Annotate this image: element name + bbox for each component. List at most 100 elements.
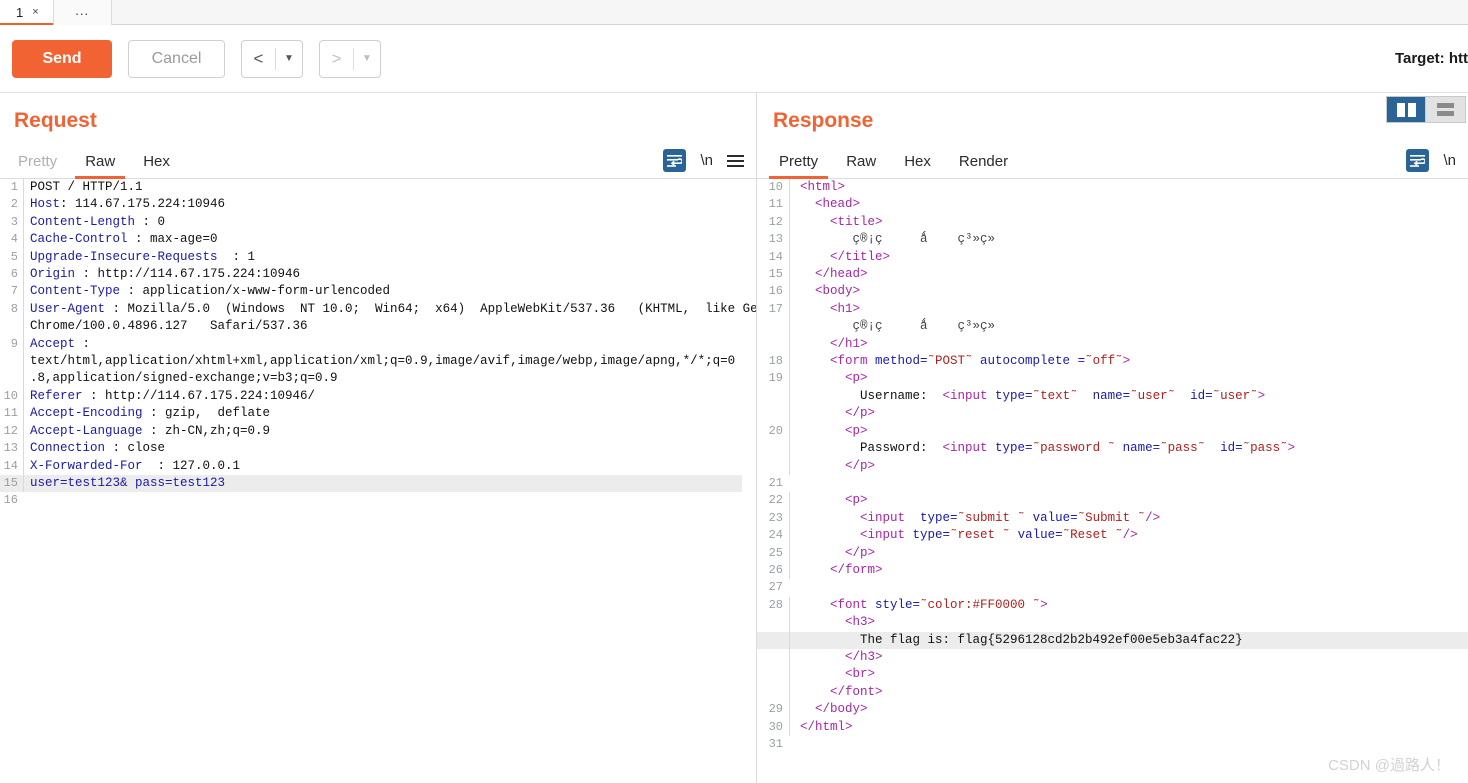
request-code[interactable]: 1 POST / HTTP/1.1 2 Host: 114.67.175.224:10… (0, 179, 756, 510)
split-vertical-icon (1396, 102, 1416, 117)
response-code[interactable]: 10 <html> 11 <head> 12 <title> 13 ç®¡ç ǻ ç³… (757, 179, 1468, 753)
code-line: </font> (757, 683, 1468, 702)
code-line: 13 Connection : close (0, 440, 756, 458)
split-horizontal-view-button[interactable] (1426, 97, 1465, 122)
code-line-text: </p> (789, 457, 1468, 475)
line-number: 15 (768, 267, 783, 282)
line-number: 8 (10, 301, 18, 316)
line-number: 16 (768, 284, 783, 299)
code-line: 29 </body> (757, 701, 1468, 719)
watermark: CSDN @過路人！ (1328, 757, 1450, 774)
code-line-text: <p> (789, 422, 1468, 441)
code-line: </p> (757, 457, 1468, 475)
code-line-text: Chrome/100.0.4896.127 Safari/537.36 (23, 318, 756, 336)
code-line-text: Username: <input type=˜text˜ name=˜user˜… (789, 387, 1468, 406)
line-number: 12 (3, 423, 18, 438)
code-line-text: <p> (789, 492, 1468, 510)
line-number: 9 (10, 336, 18, 351)
line-number: 30 (768, 719, 783, 734)
code-line-text: Accept : (23, 335, 756, 354)
code-line-text: Cache-Control : max-age=0 (23, 231, 756, 249)
code-line-text: </html> (789, 718, 1468, 736)
code-line-text: </body> (789, 701, 1468, 719)
code-line-text: </head> (789, 266, 1468, 284)
code-line-text: <h3> (789, 614, 1468, 632)
code-line-text: X-Forwarded-For : 127.0.0.1 (23, 457, 756, 475)
repeater-tab-1[interactable]: 1 × (0, 0, 54, 26)
response-tab-hex[interactable]: Hex (890, 153, 945, 178)
line-number: 13 (3, 441, 18, 456)
code-line-text: <html> (789, 179, 1468, 197)
chevron-down-icon[interactable]: ▼ (354, 41, 380, 77)
code-line-text: ç®¡ç ǻ ç³»ç» (789, 231, 1468, 249)
show-newlines-toggle[interactable]: \n (1443, 152, 1456, 169)
hamburger-menu-icon[interactable] (727, 154, 744, 167)
response-view-tabs: Pretty Raw Hex Render \n (757, 144, 1468, 179)
response-tab-pretty[interactable]: Pretty (765, 153, 832, 179)
request-tab-pretty[interactable]: Pretty (4, 153, 71, 178)
send-button[interactable]: Send (12, 39, 112, 78)
code-line-text: Connection : close (23, 440, 756, 458)
code-line: 10 Referer : http://114.67.175.224:10946/ (0, 387, 756, 406)
code-line: </h3> (757, 648, 1468, 667)
code-line: 31 (757, 736, 1468, 753)
code-line: Chrome/100.0.4896.127 Safari/537.36 (0, 318, 756, 336)
line-number: 2 (10, 197, 18, 212)
code-line: Password: <input type=˜password ˜ name=˜… (757, 440, 1468, 458)
layout-toggle-group (1386, 96, 1466, 123)
code-line: 21 (757, 475, 1468, 492)
line-number: 22 (768, 493, 783, 508)
line-number: 24 (768, 528, 783, 543)
next-request-button[interactable]: > ▼ (319, 39, 381, 78)
line-number: 15 (3, 475, 18, 490)
code-line: 15 </head> (757, 266, 1468, 284)
chevron-down-icon[interactable]: ▼ (276, 41, 302, 77)
code-line-text: Content-Type : application/x-www-form-ur… (23, 283, 756, 301)
line-number: 21 (768, 475, 783, 490)
code-line-text: User-Agent : Mozilla/5.0 (Windows NT 10.… (23, 300, 756, 319)
line-number: 4 (10, 232, 18, 247)
request-editor[interactable]: 1 POST / HTTP/1.1 2 Host: 114.67.175.224:10… (0, 179, 756, 783)
line-number: 19 (768, 371, 783, 386)
code-line-text: <form method=˜POST˜ autocomplete =˜off˜> (789, 353, 1468, 371)
line-number: 1 (10, 180, 18, 194)
code-line: 16 <body> (757, 283, 1468, 301)
code-line: 25 </p> (757, 544, 1468, 562)
code-line: .8,application/signed-exchange;v=b3;q=0.… (0, 370, 756, 388)
repeater-tab-more[interactable]: ... (53, 0, 112, 25)
request-tab-hex[interactable]: Hex (129, 153, 184, 178)
code-line-text: <body> (789, 283, 1468, 301)
response-tab-raw[interactable]: Raw (832, 153, 890, 178)
code-line-text: POST / HTTP/1.1 (23, 179, 756, 197)
code-line: 30 </html> (757, 718, 1468, 736)
line-number: 17 (768, 301, 783, 316)
editor-panes: Request Pretty Raw Hex \n 1 POST / HTTP/… (0, 93, 1468, 783)
code-line-text: </h1> (789, 335, 1468, 354)
code-line-text: Accept-Encoding : gzip, deflate (23, 405, 756, 423)
code-line-text: user=test123& pass=test123 (23, 474, 742, 493)
prev-request-button[interactable]: < ▼ (241, 39, 303, 78)
code-line: 24 <input type=˜reset ˜ value=˜Reset ˜/> (757, 527, 1468, 545)
code-line-text: <input type=˜reset ˜ value=˜Reset ˜/> (789, 527, 1468, 545)
close-icon[interactable]: × (32, 7, 38, 18)
code-line: 4 Cache-Control : max-age=0 (0, 231, 756, 249)
response-editor[interactable]: 10 <html> 11 <head> 12 <title> 13 ç®¡ç ǻ ç³… (757, 179, 1468, 783)
code-line: 15 user=test123& pass=test123 (0, 474, 742, 493)
code-line-text: text/html,application/xhtml+xml,applicat… (23, 353, 756, 371)
word-wrap-icon[interactable] (663, 149, 687, 172)
cancel-button: Cancel (128, 39, 225, 78)
request-tab-raw[interactable]: Raw (71, 153, 129, 179)
code-line-text: Accept-Language : zh-CN,zh;q=0.9 (23, 422, 756, 441)
code-line-text: Content-Length : 0 (23, 213, 756, 232)
split-vertical-view-button[interactable] (1387, 97, 1426, 122)
request-pane: Request Pretty Raw Hex \n 1 POST / HTTP/… (0, 93, 757, 783)
code-line: 6 Origin : http://114.67.175.224:10946 (0, 266, 756, 284)
code-line: 12 <title> (757, 213, 1468, 232)
show-newlines-toggle[interactable]: \n (700, 152, 713, 169)
repeater-tab-label: 1 (16, 5, 24, 20)
target-label[interactable]: Target: htt (1364, 50, 1468, 67)
request-tools: \n (663, 149, 756, 178)
code-line: <br> (757, 666, 1468, 684)
response-tab-render[interactable]: Render (945, 153, 1022, 178)
word-wrap-icon[interactable] (1406, 149, 1430, 172)
